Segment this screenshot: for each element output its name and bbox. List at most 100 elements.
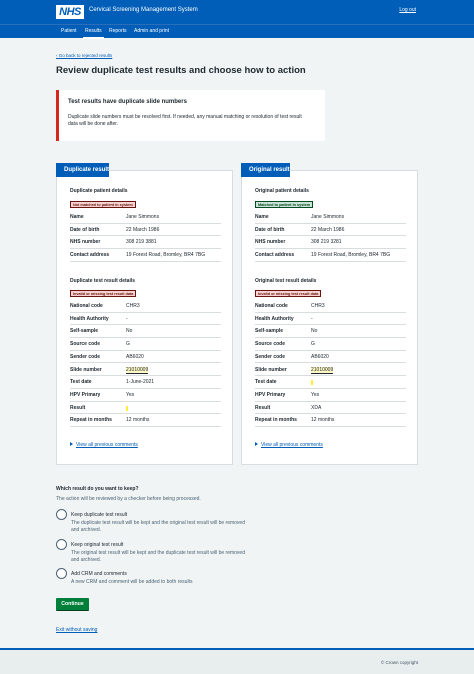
row-value: G bbox=[311, 341, 315, 348]
radio-label-add-crm[interactable]: Add CRM and comments bbox=[71, 571, 127, 577]
summary-row: Test date bbox=[255, 376, 406, 389]
row-key: Source code bbox=[255, 341, 286, 348]
missing-value-marker bbox=[126, 405, 128, 411]
original-result-heading: Original result bbox=[241, 163, 290, 177]
row-key: HPV Primary bbox=[70, 391, 101, 398]
summary-row: Repeat in months 12 months bbox=[70, 414, 221, 427]
summary-row: Self-sample No bbox=[255, 325, 406, 339]
row-value: No bbox=[311, 328, 318, 335]
summary-row: Sender code AB6020 bbox=[255, 351, 406, 364]
row-key: Self-sample bbox=[70, 328, 99, 335]
row-key: NHS number bbox=[255, 239, 286, 246]
row-value: - bbox=[126, 315, 128, 322]
exit-without-saving-link[interactable]: Exit without saving bbox=[56, 627, 97, 633]
radio-label-keep-original[interactable]: Keep original test result bbox=[71, 542, 123, 548]
nhs-logo[interactable]: NHS bbox=[56, 5, 84, 19]
row-key: Slide number bbox=[70, 366, 102, 373]
row-value: 12 months bbox=[126, 417, 150, 424]
row-key: Name bbox=[70, 214, 84, 220]
duplicate-result-card: Duplicate patient details Not matched to… bbox=[56, 170, 233, 465]
duplicate-test-title: Duplicate test result details bbox=[70, 278, 136, 284]
radio-hint-keep-duplicate: The duplicate test result will be kept a… bbox=[71, 520, 245, 533]
nav-item-results[interactable]: Results bbox=[83, 28, 104, 39]
row-value: 308 219 3881 bbox=[126, 239, 157, 246]
view-comments-link: View all previous comments bbox=[261, 442, 323, 448]
row-key: Test date bbox=[70, 379, 92, 386]
original-result-card: Original patient details Matched to pati… bbox=[241, 170, 418, 465]
row-key: Health Authority bbox=[70, 315, 109, 322]
row-key: National code bbox=[70, 303, 103, 309]
row-key: Name bbox=[255, 214, 269, 220]
row-value: 22 March 1986 bbox=[126, 226, 160, 233]
summary-row: Result bbox=[70, 402, 221, 415]
row-key: NHS number bbox=[70, 239, 101, 246]
summary-row: Health Authority - bbox=[70, 313, 221, 326]
row-value: 19 Forest Road, Bromley, BR4 7BG bbox=[126, 252, 206, 259]
nav-item-patient[interactable]: Patient bbox=[61, 28, 77, 34]
view-comments-details[interactable]: View all previous comments bbox=[70, 442, 138, 448]
back-link[interactable]: ‹ Go back to rejected results bbox=[56, 53, 112, 58]
row-key: Test date bbox=[255, 379, 277, 386]
row-value: - bbox=[311, 315, 313, 322]
summary-row: Contact address 19 Forest Road, Bromley, … bbox=[255, 249, 406, 262]
original-test-title: Original test result details bbox=[255, 278, 317, 284]
summary-row: NHS number 308 219 3881 bbox=[70, 236, 221, 250]
status-badge: Not matched to patient in system bbox=[70, 201, 136, 208]
row-value: Yes bbox=[126, 391, 135, 398]
status-badge: Invalid or missing test result data bbox=[70, 290, 137, 297]
page-title: Review duplicate test results and choose… bbox=[56, 65, 306, 76]
summary-row: HPV Primary Yes bbox=[255, 389, 406, 402]
row-key: Source code bbox=[70, 341, 101, 348]
radio-hint-add-crm: A new CRM and comment will be added to b… bbox=[71, 579, 193, 585]
status-badge: Invalid or missing test result data bbox=[255, 290, 322, 297]
main-nav: Patient Results Reports Admin and print bbox=[0, 24, 474, 39]
summary-row: Self-sample No bbox=[70, 325, 221, 339]
summary-row: Sender code AB6020 bbox=[70, 351, 221, 364]
radio-keep-original[interactable] bbox=[56, 539, 67, 550]
radio-keep-duplicate[interactable] bbox=[56, 509, 67, 520]
error-summary: Test results have duplicate slide number… bbox=[56, 90, 325, 141]
row-key: Repeat in months bbox=[255, 417, 297, 424]
row-key: Sender code bbox=[70, 353, 101, 360]
row-key: Result bbox=[255, 404, 271, 411]
triangle-right-icon bbox=[255, 442, 258, 446]
row-value-highlighted: 21010009 bbox=[126, 366, 149, 374]
row-key: Slide number bbox=[255, 366, 287, 373]
row-value: CHR3 bbox=[311, 303, 325, 309]
radio-add-crm[interactable] bbox=[56, 568, 67, 579]
service-name[interactable]: Cervical Screening Management System bbox=[89, 7, 198, 13]
row-key: Sender code bbox=[255, 353, 286, 360]
summary-row: Name Jane Simmons bbox=[70, 211, 221, 224]
view-comments-details[interactable]: View all previous comments bbox=[255, 442, 323, 448]
summary-row: Test date 1-June-2021 bbox=[70, 376, 221, 389]
row-key: HPV Primary bbox=[255, 391, 286, 398]
row-key: Health Authority bbox=[255, 315, 294, 322]
continue-button[interactable]: Continue bbox=[56, 598, 89, 611]
nav-item-reports[interactable]: Reports bbox=[109, 28, 127, 34]
row-key: Contact address bbox=[70, 252, 110, 259]
copyright: © Crown copyright bbox=[380, 660, 418, 665]
row-key: Contact address bbox=[255, 252, 295, 259]
summary-row: National code CHR3 bbox=[70, 300, 221, 313]
radio-label-keep-duplicate[interactable]: Keep duplicate test result bbox=[71, 512, 127, 518]
original-patient-title: Original patient details bbox=[255, 188, 309, 194]
status-badge: Matched to patient in system bbox=[255, 201, 314, 208]
view-comments-link: View all previous comments bbox=[76, 442, 138, 448]
error-summary-title: Test results have duplicate slide number… bbox=[68, 99, 187, 105]
row-value: G bbox=[126, 341, 130, 348]
row-key: Date of birth bbox=[255, 226, 285, 233]
error-summary-body: Duplicate slide numbers must be resolved… bbox=[68, 114, 302, 127]
summary-row: Health Authority - bbox=[255, 313, 406, 326]
row-key: Repeat in months bbox=[70, 417, 112, 424]
summary-row: National code CHR3 bbox=[255, 300, 406, 313]
nav-item-admin[interactable]: Admin and print bbox=[134, 28, 169, 34]
row-value: 1-June-2021 bbox=[126, 379, 155, 386]
summary-row: Result XDA bbox=[255, 402, 406, 415]
row-key: Self-sample bbox=[255, 328, 284, 335]
row-value: XDA bbox=[311, 404, 322, 411]
row-value: 19 Forest Road, Bromley, BR4 7BG bbox=[311, 252, 391, 259]
back-link-label: Go back to rejected results bbox=[58, 53, 113, 58]
logout-link[interactable]: Log out bbox=[399, 7, 416, 13]
row-key: National code bbox=[255, 303, 288, 309]
decision-hint: The action will be reviewed by a checker… bbox=[56, 496, 201, 502]
